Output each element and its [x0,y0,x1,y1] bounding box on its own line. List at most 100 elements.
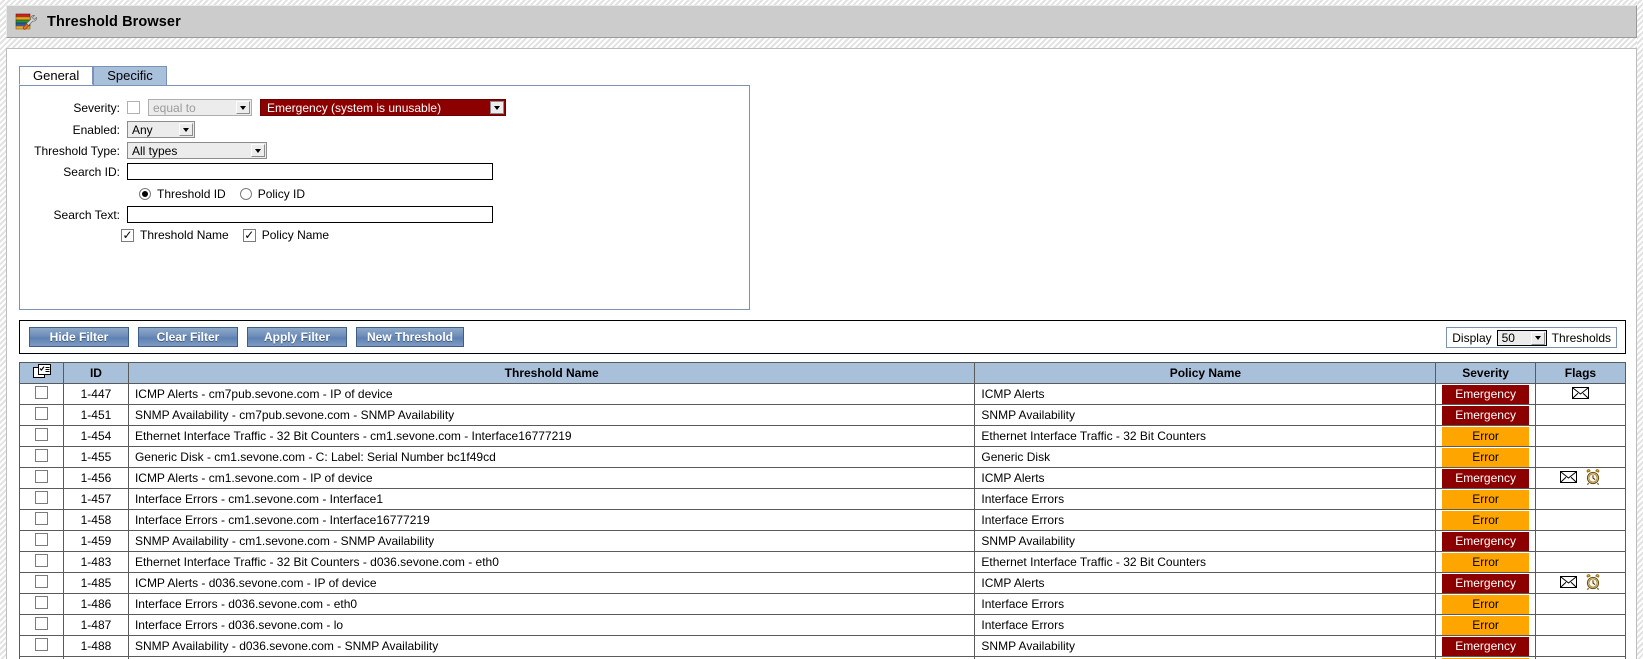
cell-id[interactable]: 1-457 [63,488,129,510]
cell-threshold-name[interactable]: SNMP Availability - cm1.sevone.com - SNM… [127,530,976,552]
table-row[interactable]: 1-457 Interface Errors - cm1.sevone.com -… [19,488,1627,510]
apply-filter-button[interactable]: Apply Filter [247,327,347,347]
mail-icon[interactable] [1571,386,1589,402]
cell-threshold-name[interactable]: Ethernet Interface Traffic - 32 Bit Coun… [127,425,976,447]
table-row[interactable]: 1-458 Interface Errors - cm1.sevone.com -… [19,509,1627,531]
threshold-type-select[interactable]: All types [127,142,267,159]
cell-id[interactable]: 1-483 [63,551,129,573]
column-header-severity[interactable]: Severity [1435,362,1536,384]
cell-threshold-name[interactable]: Generic Disk - cm1.sevone.com - C: Label… [127,446,976,468]
row-checkbox[interactable] [35,617,48,630]
table-row[interactable]: 1-456 ICMP Alerts - cm1.sevone.com - IP o… [19,467,1627,489]
cell-policy-name[interactable]: Ethernet Interface Traffic - 32 Bit Coun… [974,425,1437,447]
alarm-clock-icon[interactable] [1585,573,1601,593]
row-select-cell[interactable] [19,446,64,468]
row-checkbox[interactable] [35,512,48,525]
tab-general[interactable]: General [19,66,94,85]
row-checkbox[interactable] [35,575,48,588]
row-checkbox[interactable] [35,491,48,504]
cell-id[interactable]: 1-447 [63,383,129,405]
cell-policy-name[interactable]: Interface Errors [974,593,1437,615]
cell-threshold-name[interactable]: ICMP Alerts - cm7pub.sevone.com - IP of … [127,383,976,405]
search-id-input[interactable] [127,163,493,180]
page-scrollbar[interactable] [1637,0,1643,659]
table-row[interactable]: 1-451 SNMP Availability - cm7pub.sevone.c… [19,404,1627,426]
radio-threshold-id[interactable] [139,188,151,200]
cell-id[interactable]: 1-455 [63,446,129,468]
cell-id[interactable]: 1-451 [63,404,129,426]
table-row[interactable]: 1-488 SNMP Availability - d036.sevone.com… [19,635,1627,657]
column-header-policy-name[interactable]: Policy Name [974,362,1437,384]
cell-id[interactable]: 1-487 [63,614,129,636]
column-header-threshold-name[interactable]: Threshold Name [127,362,976,384]
row-select-cell[interactable] [19,488,64,510]
cell-policy-name[interactable]: Generic Disk [974,446,1437,468]
cell-id[interactable]: 1-456 [63,467,129,489]
row-select-cell[interactable] [19,467,64,489]
cell-policy-name[interactable]: Interface Errors [974,488,1437,510]
tab-specific[interactable]: Specific [93,66,167,85]
radio-policy-id[interactable] [239,188,252,200]
checkbox-policy-name[interactable]: ✓ [242,228,256,242]
cell-threshold-name[interactable]: ICMP Alerts - d036.sevone.com - IP of de… [127,572,976,594]
search-text-input[interactable] [127,206,493,223]
table-row[interactable]: 1-455 Generic Disk - cm1.sevone.com - C: … [19,446,1627,468]
cell-policy-name[interactable]: Interface Errors [974,509,1437,531]
enabled-select[interactable]: Any [127,121,195,138]
cell-policy-name[interactable]: SNMP Availability [974,530,1437,552]
row-checkbox[interactable] [35,554,48,567]
row-select-cell[interactable] [19,572,64,594]
row-select-cell[interactable] [19,551,64,573]
row-checkbox[interactable] [35,596,48,609]
table-row[interactable]: 1-483 Ethernet Interface Traffic - 32 Bit… [19,551,1627,573]
display-count-select[interactable]: 50 [1496,329,1547,346]
cell-id[interactable]: 1-486 [63,593,129,615]
table-row[interactable]: 1-447 ICMP Alerts - cm7pub.sevone.com - I… [19,383,1627,405]
row-select-cell[interactable] [19,509,64,531]
row-select-cell[interactable] [19,404,64,426]
cell-id[interactable]: 1-454 [63,425,129,447]
row-checkbox[interactable] [35,428,48,441]
row-checkbox[interactable] [35,449,48,462]
table-row[interactable]: 1-485 ICMP Alerts - d036.sevone.com - IP … [19,572,1627,594]
mail-icon[interactable] [1559,470,1577,486]
row-checkbox[interactable] [35,533,48,546]
cell-id[interactable]: 1-485 [63,572,129,594]
cell-id[interactable]: 1-459 [63,530,129,552]
row-select-cell[interactable] [19,530,64,552]
cell-policy-name[interactable]: Interface Errors [974,614,1437,636]
severity-value-select[interactable]: Emergency (system is unusable) [260,99,506,116]
cell-policy-name[interactable]: SNMP Availability [974,635,1437,657]
select-all-header[interactable] [19,362,64,384]
cell-policy-name[interactable]: Ethernet Interface Traffic - 32 Bit Coun… [974,551,1437,573]
hide-filter-button[interactable]: Hide Filter [29,327,129,347]
cell-id[interactable]: 1-488 [63,635,129,657]
cell-id[interactable]: 1-458 [63,509,129,531]
mail-icon[interactable] [1559,575,1577,591]
row-checkbox[interactable] [35,407,48,420]
row-checkbox[interactable] [35,638,48,651]
cell-threshold-name[interactable]: Ethernet Interface Traffic - 32 Bit Coun… [127,551,976,573]
table-row[interactable]: 1-487 Interface Errors - d036.sevone.com … [19,614,1627,636]
row-select-cell[interactable] [19,593,64,615]
cell-threshold-name[interactable]: Interface Errors - cm1.sevone.com - Inte… [127,509,976,531]
row-checkbox[interactable] [35,470,48,483]
cell-policy-name[interactable]: ICMP Alerts [974,572,1437,594]
select-all-icon[interactable] [32,364,51,379]
severity-operator-select[interactable]: equal to [148,99,252,116]
row-select-cell[interactable] [19,635,64,657]
cell-threshold-name[interactable]: Interface Errors - d036.sevone.com - eth… [127,593,976,615]
new-threshold-button[interactable]: New Threshold [356,327,465,347]
cell-threshold-name[interactable]: SNMP Availability - cm7pub.sevone.com - … [127,404,976,426]
cell-threshold-name[interactable]: Interface Errors - d036.sevone.com - lo [127,614,976,636]
cell-policy-name[interactable]: SNMP Availability [974,404,1437,426]
cell-policy-name[interactable]: ICMP Alerts [974,383,1437,405]
row-select-cell[interactable] [19,614,64,636]
cell-threshold-name[interactable]: Interface Errors - cm1.sevone.com - Inte… [127,488,976,510]
cell-policy-name[interactable]: ICMP Alerts [974,467,1437,489]
checkbox-threshold-name[interactable]: ✓ [121,228,134,242]
cell-threshold-name[interactable]: SNMP Availability - d036.sevone.com - SN… [127,635,976,657]
row-select-cell[interactable] [19,383,64,405]
table-row[interactable]: 1-459 SNMP Availability - cm1.sevone.com … [19,530,1627,552]
severity-enable-checkbox[interactable] [127,101,140,114]
